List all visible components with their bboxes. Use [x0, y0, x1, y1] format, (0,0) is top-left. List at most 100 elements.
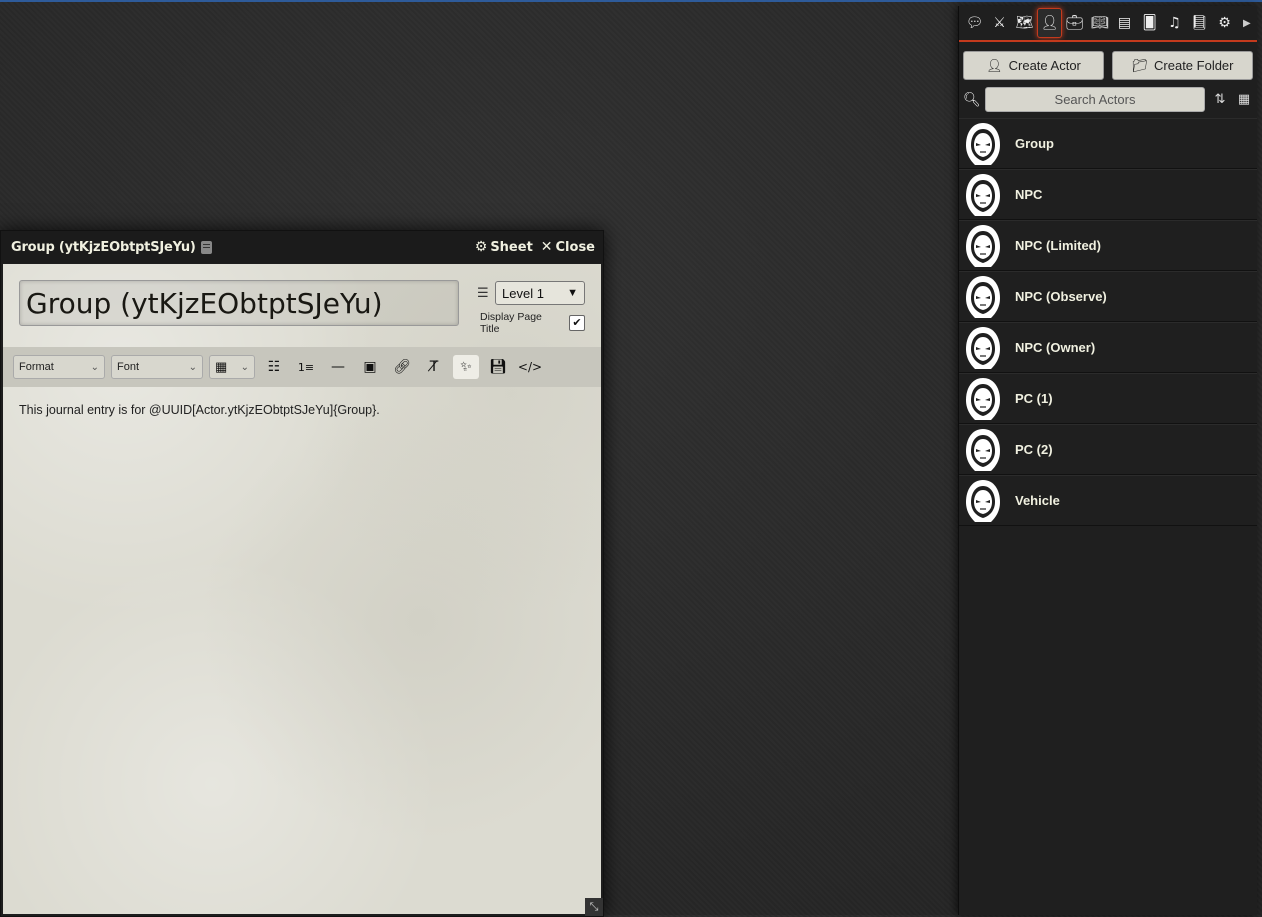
display-page-title-checkbox[interactable]: ✔ — [569, 315, 585, 331]
clear-format-button[interactable]: T̸ — [421, 355, 447, 379]
actor-avatar — [959, 375, 1007, 423]
actor-name: PC (2) — [1015, 442, 1053, 457]
create-folder-label: Create Folder — [1154, 58, 1234, 73]
actor-avatar — [959, 171, 1007, 219]
actor-item[interactable]: Vehicle — [959, 475, 1257, 526]
level-value: Level 1 — [502, 285, 544, 301]
chevron-down-icon: ⌄ — [188, 361, 197, 373]
actor-item[interactable]: PC (1) — [959, 373, 1257, 424]
search-placeholder: Search Actors — [1054, 92, 1136, 107]
close-button[interactable]: ✕ Close — [541, 239, 595, 255]
close-icon: ✕ — [540, 239, 553, 255]
create-actor-button[interactable]: 👤︎ Create Actor — [963, 51, 1104, 80]
sheet-button[interactable]: ⚙ Sheet — [475, 239, 533, 255]
chevron-down-icon: ⌄ — [240, 361, 249, 373]
journal-content[interactable]: This journal entry is for @UUID[Actor.yt… — [19, 403, 380, 417]
link-button[interactable]: 🔗︎ — [389, 355, 415, 379]
user-icon: 👤︎ — [986, 57, 1003, 73]
clear-format-icon: T̸ — [429, 359, 439, 375]
actor-item[interactable]: NPC — [959, 169, 1257, 220]
editor-toolbar: Format ⌄ Font ⌄ ▦ ⌄ ☷ 1≡ — ▣ 🔗︎ T̸ ✨︎ 💾︎… — [3, 347, 601, 387]
image-button[interactable]: ▣ — [357, 355, 383, 379]
hooded-figure-icon — [966, 479, 1000, 522]
actor-name: NPC (Limited) — [1015, 238, 1101, 253]
level-select[interactable]: Level 1 ▼ — [495, 281, 585, 305]
search-input[interactable]: Search Actors — [985, 87, 1205, 112]
hooded-figure-icon — [966, 122, 1000, 165]
bullet-list-icon: ☷ — [267, 359, 281, 375]
actor-name: PC (1) — [1015, 391, 1053, 406]
actor-avatar — [959, 120, 1007, 168]
journal-window-header[interactable]: Group (ytKjzEObtptSJeYu) ⚙ Sheet ✕ Close — [1, 231, 603, 263]
sort-alpha-icon[interactable]: ⇅ — [1211, 92, 1229, 107]
create-folder-button[interactable]: 📁︎ Create Folder — [1112, 51, 1253, 80]
actor-item[interactable]: NPC (Limited) — [959, 220, 1257, 271]
actor-name: NPC (Owner) — [1015, 340, 1096, 355]
document-id-icon[interactable] — [200, 240, 212, 254]
actor-item[interactable]: PC (2) — [959, 424, 1257, 475]
image-icon: ▣ — [363, 359, 377, 375]
actor-avatar — [959, 273, 1007, 321]
top-border — [0, 0, 1262, 2]
actor-name: NPC — [1015, 187, 1043, 202]
folder-icon: 📁︎ — [1131, 57, 1149, 73]
window-title-wrap: Group (ytKjzEObtptSJeYu) — [11, 240, 467, 255]
actor-avatar — [959, 426, 1007, 474]
actor-avatar — [959, 324, 1007, 372]
cards-icon[interactable]: 🂠 — [1137, 8, 1162, 38]
horizontal-rule-icon: — — [331, 359, 345, 375]
search-row: 🔍︎ Search Actors ⇅ ▦ — [959, 80, 1257, 112]
save-button[interactable]: 💾︎ — [485, 355, 511, 379]
actor-name: NPC (Observe) — [1015, 289, 1107, 304]
hooded-figure-icon — [966, 428, 1000, 471]
font-select[interactable]: Font ⌄ — [111, 355, 203, 379]
combat-icon[interactable]: ⚔ — [987, 8, 1012, 38]
settings-icon[interactable]: ⚙ — [1212, 8, 1237, 38]
bullet-list-button[interactable]: ☷ — [261, 355, 287, 379]
list-tree-icon: ☰ — [477, 285, 489, 301]
horizontal-rule-button[interactable]: — — [325, 355, 351, 379]
sidebar-actions: 👤︎ Create Actor 📁︎ Create Folder — [959, 42, 1257, 80]
page-title-input[interactable] — [19, 280, 459, 326]
actor-name: Vehicle — [1015, 493, 1060, 508]
sidebar: 💬︎ ⚔ 🗺︎ 👤︎ 💼︎ 📖︎ ▤ 🂠 ♫ 📘︎ ⚙ ▶ 👤︎ Create … — [958, 6, 1257, 915]
scenes-icon[interactable]: 🗺︎ — [1012, 8, 1037, 38]
playlists-icon[interactable]: ♫ — [1162, 8, 1187, 38]
actor-item[interactable]: NPC (Owner) — [959, 322, 1257, 373]
actor-name: Group — [1015, 136, 1054, 151]
table-menu[interactable]: ▦ ⌄ — [209, 355, 255, 379]
chat-icon[interactable]: 💬︎ — [962, 8, 987, 38]
format-label: Format — [19, 361, 54, 373]
actors-icon[interactable]: 👤︎ — [1037, 8, 1062, 38]
actor-list: Group NPC NPC (Limited) NPC (Observe) NP… — [959, 118, 1257, 526]
close-label: Close — [555, 239, 595, 255]
format-select[interactable]: Format ⌄ — [13, 355, 105, 379]
sidebar-tabs: 💬︎ ⚔ 🗺︎ 👤︎ 💼︎ 📖︎ ▤ 🂠 ♫ 📘︎ ⚙ ▶ — [959, 6, 1257, 42]
font-label: Font — [117, 361, 140, 373]
link-icon: 🔗︎ — [393, 359, 411, 375]
ordered-list-icon: 1≡ — [297, 360, 315, 374]
table-icon: ▦ — [215, 359, 228, 374]
magic-button[interactable]: ✨︎ — [453, 355, 479, 379]
code-icon: </> — [517, 360, 543, 374]
items-icon[interactable]: 💼︎ — [1062, 8, 1087, 38]
journal-body: ☰ Level 1 ▼ Display Page Title ✔ Format … — [3, 264, 601, 914]
source-code-button[interactable]: </> — [517, 355, 543, 379]
actor-item[interactable]: Group — [959, 118, 1257, 169]
journal-icon[interactable]: 📖︎ — [1087, 8, 1112, 38]
compendium-icon[interactable]: 📘︎ — [1187, 8, 1212, 38]
search-icon: 🔍︎ — [963, 91, 981, 108]
resize-icon: ⤡ — [589, 900, 599, 913]
actor-item[interactable]: NPC (Observe) — [959, 271, 1257, 322]
display-page-title-label: Display Page Title — [480, 311, 542, 335]
collapse-folders-icon[interactable]: ▦ — [1235, 92, 1253, 107]
collapse-sidebar-icon[interactable]: ▶ — [1243, 18, 1251, 29]
hooded-figure-icon — [966, 275, 1000, 318]
window-title: Group (ytKjzEObtptSJeYu) — [11, 239, 196, 255]
resize-handle[interactable]: ⤡ — [585, 898, 603, 916]
hooded-figure-icon — [966, 173, 1000, 216]
ordered-list-button[interactable]: 1≡ — [293, 355, 319, 379]
hooded-figure-icon — [966, 326, 1000, 369]
tables-icon[interactable]: ▤ — [1112, 8, 1137, 38]
journal-window: Group (ytKjzEObtptSJeYu) ⚙ Sheet ✕ Close… — [0, 230, 604, 917]
